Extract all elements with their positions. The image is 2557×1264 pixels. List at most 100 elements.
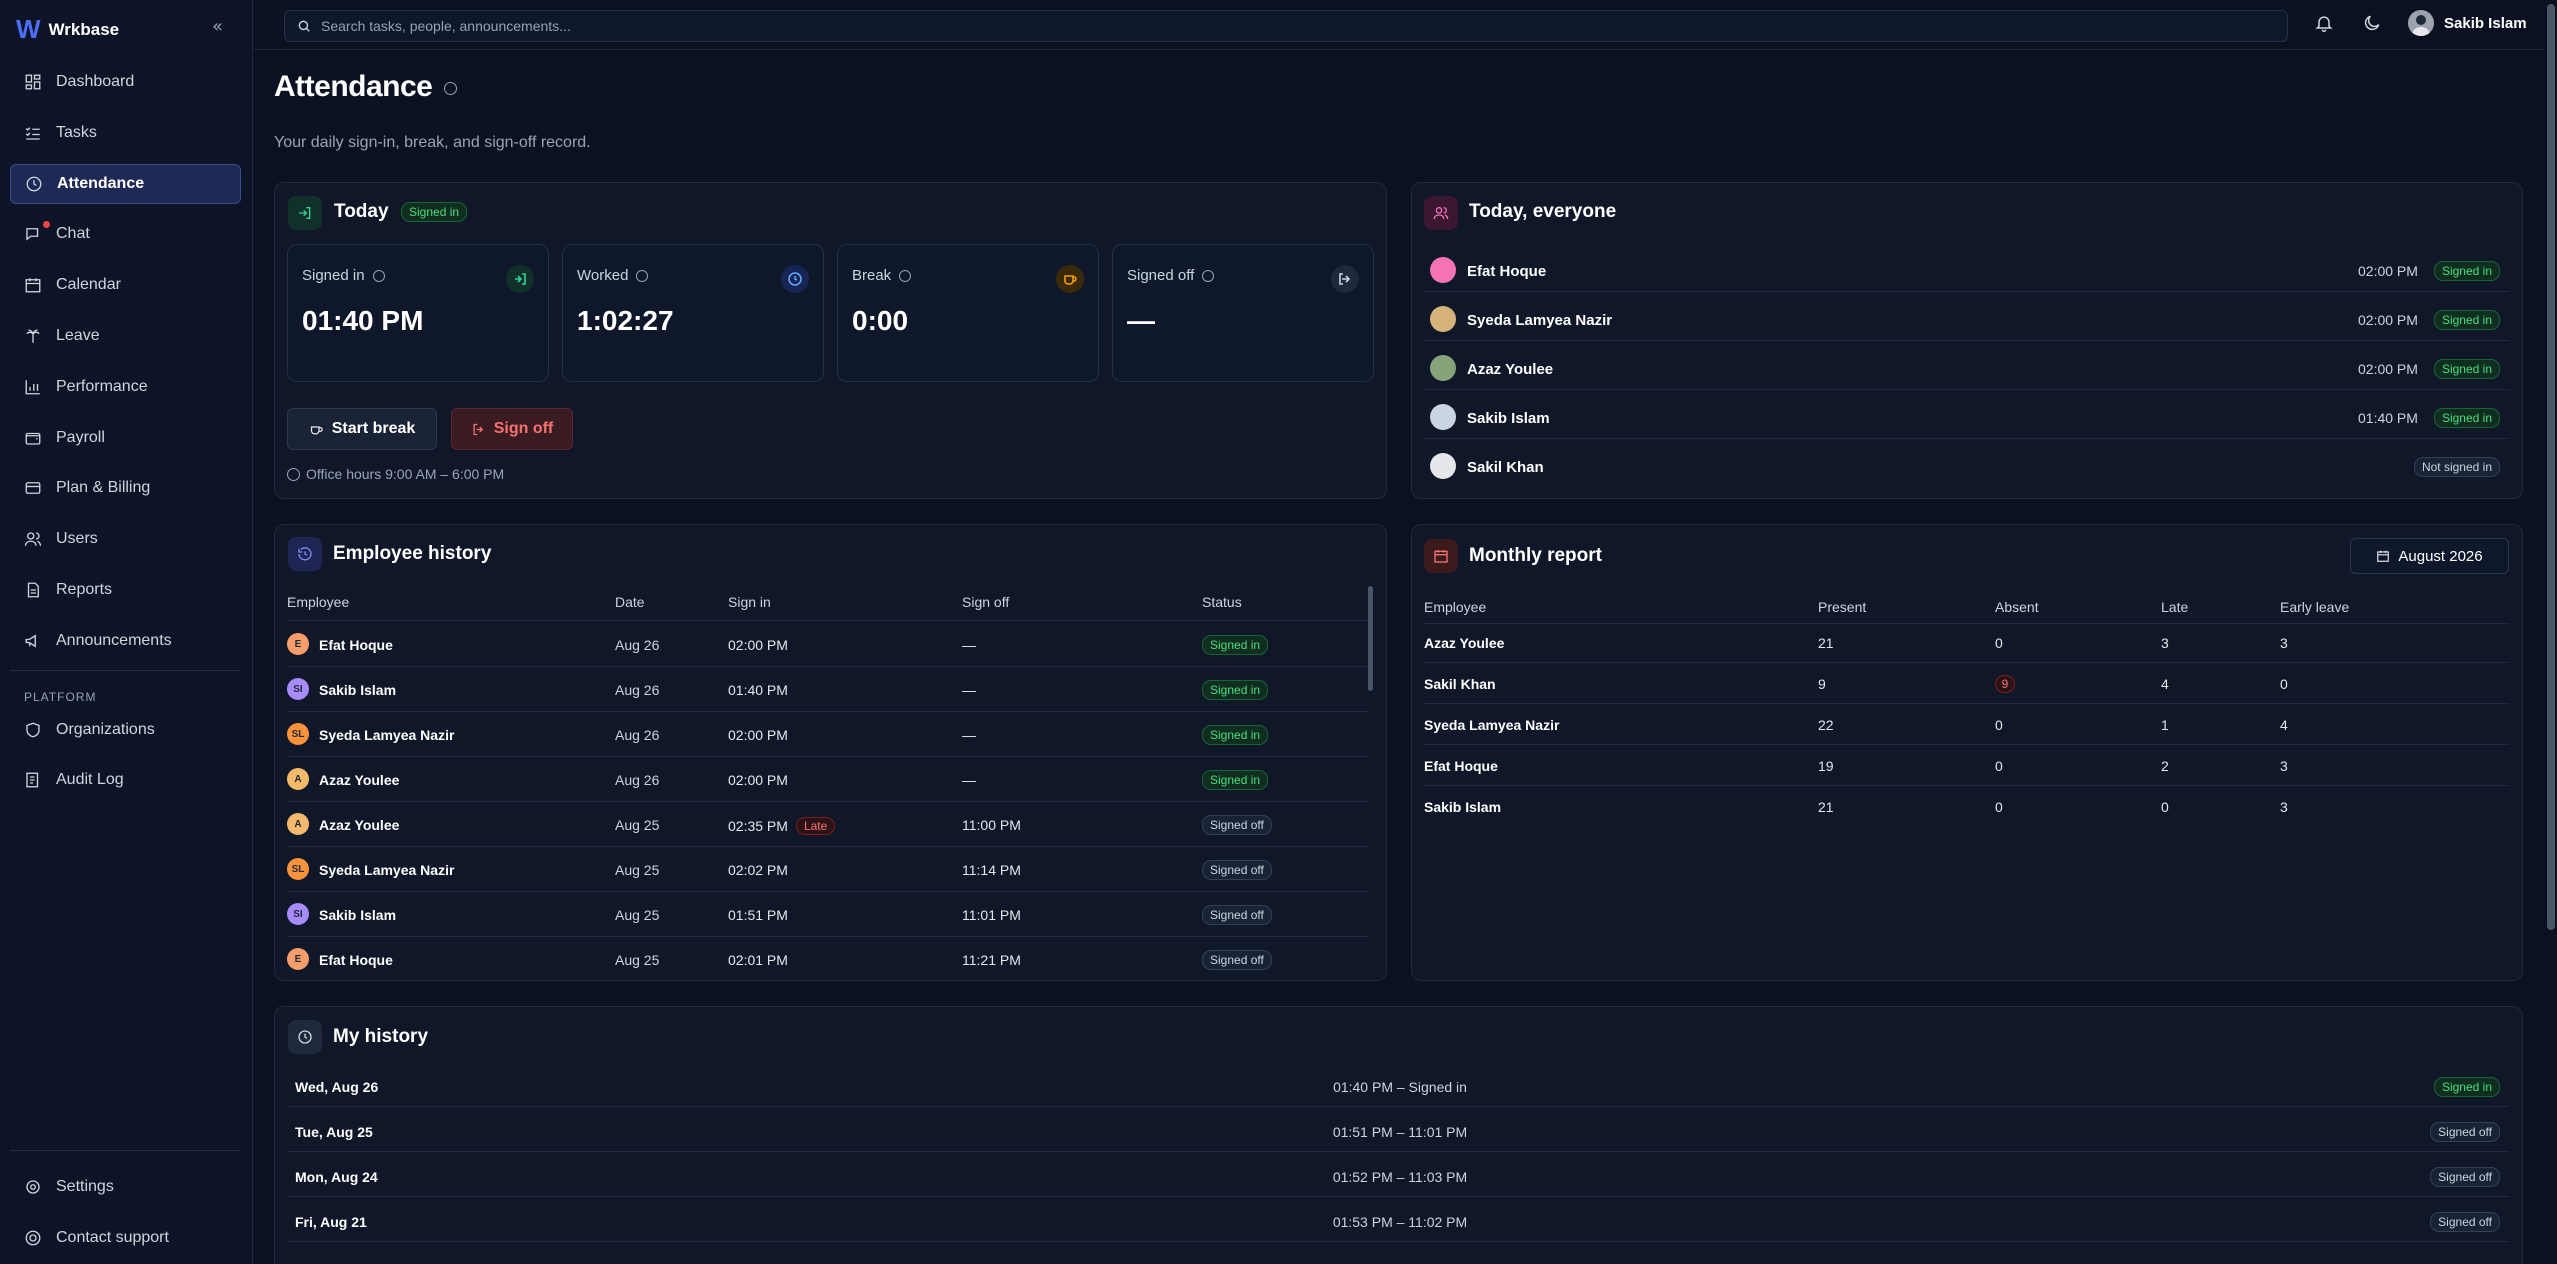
sign-off-button[interactable]: Sign off — [451, 408, 573, 450]
employee-name: Syeda Lamyea Nazir — [1424, 717, 1560, 733]
sign-in-cell: 02:00 PM — [728, 727, 788, 743]
stat-break: Break 0:00 — [837, 244, 1099, 382]
sign-in-icon — [506, 265, 534, 293]
stat-label: Worked — [577, 267, 629, 284]
sign-in-time: 02:00 PM — [2358, 263, 2418, 279]
status-badge-wrap: Signed in — [2433, 408, 2500, 428]
bell-icon[interactable] — [2314, 13, 2334, 33]
page-scrollbar-thumb[interactable] — [2547, 4, 2555, 930]
employee-name: Syeda Lamyea Nazir — [319, 862, 455, 878]
sign-in-icon — [288, 196, 322, 230]
shield-icon — [26, 722, 40, 738]
divider — [287, 936, 1369, 937]
megaphone-icon — [25, 634, 36, 648]
divider — [287, 1106, 2509, 1107]
employee-name: Azaz Youlee — [319, 772, 400, 788]
sidebar-item-label: Dashboard — [56, 73, 135, 90]
divider — [1424, 662, 2510, 663]
sidebar-item-attendance[interactable]: Attendance — [10, 164, 241, 204]
column-header: Sign off — [962, 594, 1010, 610]
collapse-sidebar-icon[interactable]: « — [212, 16, 223, 37]
sidebar-item-label: Settings — [56, 1178, 114, 1195]
status-cell: Signed off — [1202, 905, 1272, 925]
user-menu[interactable]: Sakib Islam — [2408, 10, 2527, 36]
date-cell: Aug 26 — [615, 682, 660, 698]
sidebar-item-contact-support[interactable]: Contact support — [10, 1218, 241, 1258]
button-label: Start break — [331, 420, 416, 437]
topbar: Search tasks, people, announcements... S… — [254, 0, 2544, 50]
sidebar-item-leave[interactable]: Leave — [10, 316, 241, 356]
absent-cell: 0 — [1995, 758, 2003, 774]
employee-name: Efat Hoque — [1424, 758, 1498, 774]
sidebar-item-dashboard[interactable]: Dashboard — [10, 62, 241, 102]
gear-icon — [26, 1180, 40, 1194]
page-subtitle: Your daily sign-in, break, and sign-off … — [274, 134, 591, 151]
status-badge-wrap: Not signed in — [2413, 457, 2500, 477]
history-icon — [288, 537, 322, 571]
employee-name: Azaz Youlee — [319, 817, 400, 833]
column-header: Employee — [1424, 599, 1487, 615]
sign-in-cell: 02:01 PM — [728, 952, 788, 968]
sidebar-item-audit-log[interactable]: Audit Log — [10, 760, 241, 800]
status-badge: Signed in — [1202, 725, 1269, 745]
sign-off-cell: — — [962, 682, 976, 698]
info-icon[interactable] — [372, 269, 385, 282]
stat-label-row: Signed in — [302, 267, 385, 284]
info-icon[interactable] — [636, 269, 649, 282]
sign-off-cell: — — [962, 637, 976, 653]
moon-icon[interactable] — [2362, 13, 2382, 33]
status-cell: Signed off — [2430, 1167, 2500, 1187]
coffee-icon — [310, 425, 323, 434]
status-badge: Signed in — [2433, 359, 2500, 379]
stat-value: 0:00 — [852, 305, 909, 336]
present-cell: 22 — [1818, 717, 1834, 733]
status-badge: Signed off — [1202, 815, 1272, 835]
search-input[interactable]: Search tasks, people, announcements... — [284, 10, 2288, 42]
sidebar-item-tasks[interactable]: Tasks — [10, 113, 241, 153]
sidebar-item-label: Performance — [56, 378, 148, 395]
sidebar-item-label: Payroll — [56, 429, 105, 446]
sidebar-item-plan-billing[interactable]: Plan & Billing — [10, 468, 241, 508]
absent-cell: 0 — [1995, 799, 2003, 815]
sidebar-item-label: Plan & Billing — [56, 479, 151, 496]
avatar — [1430, 453, 1456, 479]
status-badge: Signed in — [1202, 770, 1269, 790]
page-title-text: Attendance — [274, 70, 433, 103]
sign-out-icon — [473, 423, 483, 435]
wallet-icon — [25, 432, 41, 445]
divider — [287, 666, 1369, 667]
status-badge: Signed in — [1202, 635, 1269, 655]
sidebar-item-settings[interactable]: Settings — [10, 1167, 241, 1207]
divider — [1424, 703, 2510, 704]
info-icon[interactable] — [444, 81, 458, 95]
info-icon[interactable] — [1202, 269, 1215, 282]
sidebar-item-calendar[interactable]: Calendar — [10, 265, 241, 305]
sidebar-item-reports[interactable]: Reports — [10, 570, 241, 610]
month-picker-button[interactable]: August 2026 — [2350, 538, 2509, 574]
sidebar-item-organizations[interactable]: Organizations — [10, 710, 241, 750]
sidebar-item-chat[interactable]: Chat — [10, 214, 241, 254]
late-cell: 0 — [2161, 799, 2169, 815]
brand[interactable]: W Wrkbase — [16, 14, 119, 45]
stat-value: — — [1127, 305, 1155, 336]
sidebar-item-performance[interactable]: Performance — [10, 367, 241, 407]
file-icon — [27, 582, 39, 598]
info-icon[interactable] — [899, 269, 912, 282]
monthly-report-card — [1411, 524, 2523, 981]
date-cell: Aug 26 — [615, 727, 660, 743]
sidebar-item-users[interactable]: Users — [10, 519, 241, 559]
status-badge: Signed in — [2433, 408, 2500, 428]
early-leave-cell: 4 — [2280, 717, 2288, 733]
start-break-button[interactable]: Start break — [287, 408, 437, 450]
table-scrollbar-thumb[interactable] — [1368, 586, 1373, 691]
avatar: SI — [287, 903, 309, 925]
sidebar-item-announcements[interactable]: Announcements — [10, 621, 241, 661]
history-title: Employee history — [333, 543, 492, 564]
time-range: 01:52 PM – 11:03 PM — [1332, 1169, 1468, 1185]
stat-label-row: Worked — [577, 267, 649, 284]
clock-icon — [288, 1020, 322, 1054]
sign-in-cell: 01:40 PM — [728, 682, 788, 698]
sidebar-item-payroll[interactable]: Payroll — [10, 418, 241, 458]
avatar — [2408, 10, 2434, 36]
divider — [1424, 438, 2510, 439]
